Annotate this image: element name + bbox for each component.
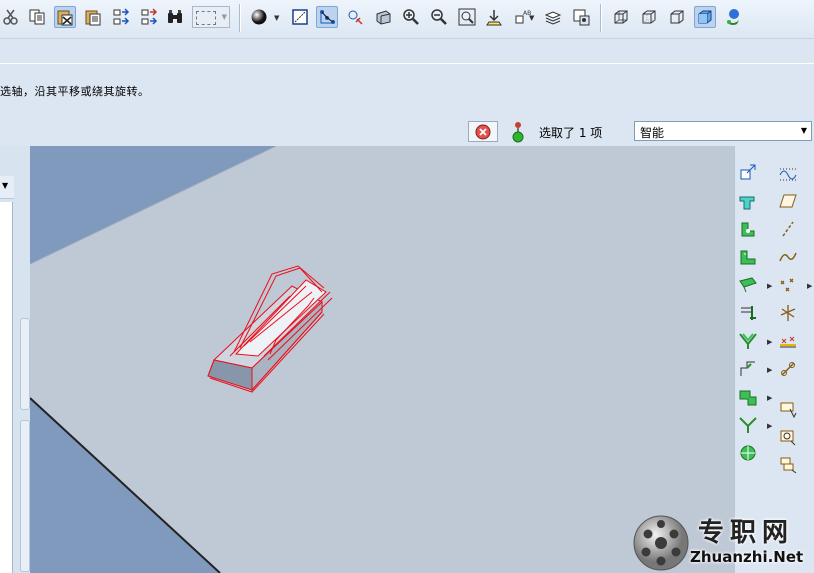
site-watermark: 专职网 Zhuanzhi.Net [632, 512, 814, 573]
graphics-viewport[interactable] [30, 146, 734, 573]
orient-icon[interactable] [289, 6, 311, 28]
chamfer-icon[interactable] [737, 358, 759, 380]
paste-special-icon[interactable] [82, 6, 104, 28]
draft-icon[interactable] [737, 386, 759, 408]
soccer-ball-logo-icon [633, 515, 689, 571]
analysis-icon[interactable] [777, 330, 799, 352]
view-manager-icon[interactable] [372, 6, 394, 28]
repaint-icon[interactable] [484, 6, 506, 28]
saved-views-icon[interactable] [570, 6, 592, 28]
model-scene [30, 146, 734, 573]
blend-icon[interactable] [737, 274, 759, 296]
selection-count-text: 选取了 1 项 [539, 126, 603, 140]
regenerate-icon[interactable] [110, 6, 132, 28]
no-hidden-icon[interactable] [666, 6, 688, 28]
find-icon[interactable] [164, 6, 186, 28]
stop-regeneration-button[interactable] [468, 121, 498, 142]
insert-icon[interactable] [777, 398, 799, 420]
message-text: 选轴，沿其平移或绕其旋转。 [0, 85, 150, 98]
zoom-out-icon[interactable] [428, 6, 450, 28]
hidden-line-icon[interactable] [638, 6, 660, 28]
regen-manager-icon[interactable] [138, 6, 160, 28]
refit-icon[interactable] [456, 6, 478, 28]
zoom-in-icon[interactable] [400, 6, 422, 28]
help-icon[interactable] [722, 6, 744, 28]
datum-plane-surface [30, 146, 734, 573]
panel-scroll-handle[interactable] [20, 318, 30, 410]
select-box-icon[interactable]: ▼ [192, 6, 230, 28]
watermark-chinese-text: 专职网 [698, 518, 795, 548]
traffic-light-icon [512, 122, 524, 143]
datum-axis-icon[interactable] [777, 218, 799, 240]
spin-center-icon[interactable] [344, 6, 366, 28]
panel-scroll-handle[interactable] [20, 420, 30, 572]
wireframe-icon[interactable] [610, 6, 632, 28]
datum-curve-icon[interactable] [777, 246, 799, 268]
message-area: 选轴，沿其平移或绕其旋转。 [0, 38, 814, 119]
model-tree-header[interactable]: ▼ [0, 176, 14, 199]
paste-icon[interactable] [54, 6, 76, 28]
stop-icon [475, 124, 491, 139]
csys-icon[interactable] [777, 302, 799, 324]
selection-filter-value: 智能 [640, 126, 665, 140]
cut-icon[interactable] [0, 6, 22, 28]
revolve-icon[interactable] [737, 218, 759, 240]
sketch-icon[interactable] [777, 162, 799, 184]
watermark-english-text: Zhuanzhi.Net [690, 548, 804, 566]
sweep-icon[interactable] [737, 246, 759, 268]
hole-icon[interactable] [737, 302, 759, 324]
plane-icon[interactable] [737, 162, 759, 184]
pattern-icon[interactable] [777, 454, 799, 476]
status-row: 选取了 1 项 智能 ▼ [0, 118, 814, 146]
main-toolbar: ▼ ▼ AB ▼ [0, 0, 814, 38]
copy-icon[interactable] [26, 6, 48, 28]
chevron-down-icon: ▼ [800, 126, 807, 135]
round-icon[interactable] [737, 330, 759, 352]
model-tree-list[interactable] [0, 202, 13, 573]
selection-filter-dropdown[interactable]: 智能 ▼ [634, 121, 812, 141]
datum-plane-icon[interactable] [777, 190, 799, 212]
model-tree-panel: ▼ [0, 146, 30, 573]
chain-icon[interactable] [777, 358, 799, 380]
datum-point-icon[interactable] [777, 274, 799, 296]
extrude-icon[interactable] [737, 190, 759, 212]
shell-icon[interactable] [737, 414, 759, 436]
datum-display-icon[interactable] [316, 6, 338, 28]
shading-icon[interactable] [248, 6, 270, 28]
layers-icon[interactable] [542, 6, 564, 28]
shaded-icon[interactable] [694, 6, 716, 28]
chevron-down-icon: ▼ [2, 181, 9, 190]
rib-icon[interactable] [737, 442, 759, 464]
feature-toolbar: ▶ ▶ ▶ ▶ ▶ ▶ [734, 146, 814, 573]
sketch-region-icon[interactable] [777, 426, 799, 448]
